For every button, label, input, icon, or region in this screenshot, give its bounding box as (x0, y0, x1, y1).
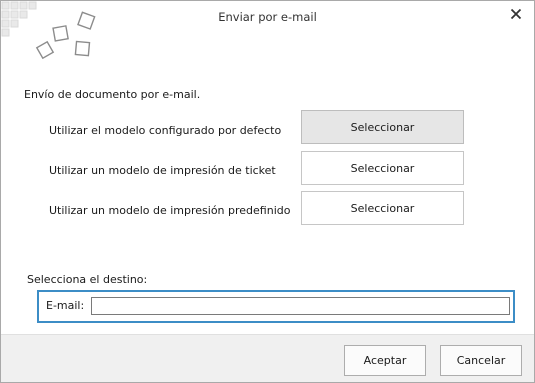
select-predefined-model-button[interactable]: Seleccionar (301, 191, 464, 225)
select-button-label: Seleccionar (350, 161, 415, 175)
email-field-group: E-mail: (37, 290, 515, 323)
cancel-button[interactable]: Cancelar (440, 345, 522, 376)
select-ticket-model-button[interactable]: Seleccionar (301, 151, 464, 185)
accept-button[interactable]: Aceptar (344, 345, 426, 376)
select-button-label: Seleccionar (350, 201, 415, 215)
close-icon (510, 8, 522, 20)
option-default-label: Utilizar el modelo configurado por defec… (49, 124, 282, 137)
select-button-label: Seleccionar (350, 120, 415, 134)
email-input[interactable] (91, 297, 510, 315)
dialog-title: Enviar por e-mail (218, 10, 317, 24)
cancel-button-label: Cancelar (456, 354, 506, 367)
close-button[interactable] (506, 4, 526, 24)
section-title: Envío de documento por e-mail. (24, 88, 201, 101)
destination-title: Selecciona el destino: (27, 273, 148, 286)
dialog-footer: Aceptar Cancelar (1, 334, 534, 382)
select-default-model-button[interactable]: Seleccionar (301, 110, 464, 144)
accept-button-label: Aceptar (363, 354, 407, 367)
dialog-window: Enviar por e-mail Envío de documento por… (0, 0, 535, 383)
email-label: E-mail: (46, 299, 85, 312)
option-ticket-label: Utilizar un modelo de impresión de ticke… (49, 164, 276, 177)
option-predefined-label: Utilizar un modelo de impresión predefin… (49, 204, 291, 217)
